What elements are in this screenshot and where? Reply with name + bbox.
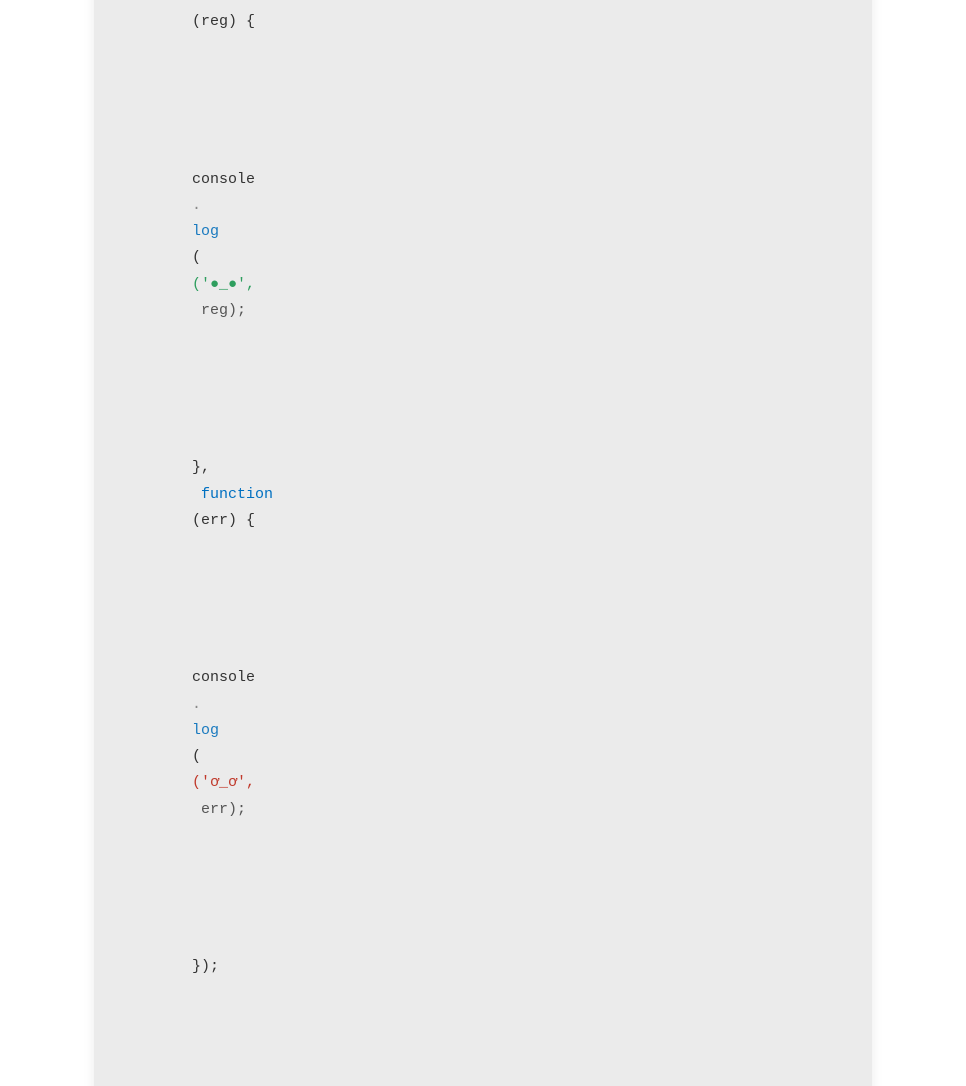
code-line-2: navigator . serviceWorker . register ('/… [138,0,828,62]
indent-6 [192,932,210,949]
dot-3: . [192,197,201,214]
code-block-container: // Install Service Worker if ( navigator… [94,0,872,1086]
var-reg: reg); [192,302,246,319]
code-block: // Install Service Worker if ( navigator… [138,0,828,1086]
var-err: err); [192,801,246,818]
code-line-5: console . log ( ('ơ_ơ', err); [138,613,828,849]
code-line-7: } [138,1059,828,1086]
console-2: console [192,669,255,686]
kw-function-2: function [192,486,273,503]
paren-3: ( [192,249,201,266]
kw-function-1: function [192,0,264,4]
indent-5 [192,643,228,660]
code-line-6: }); [138,902,828,1007]
indent-3 [192,144,228,161]
str-green: ('●_●', [192,276,255,293]
code-line-3: console . log ( ('●_●', reg); [138,114,828,350]
func-arg-1: (reg) { [192,13,255,30]
paren-5: ( [192,748,201,765]
str-red: ('ơ_ơ', [192,774,255,791]
close-brace-2: }); [192,958,219,975]
method-log-1: log [192,223,219,240]
indent-4 [192,433,210,450]
close-brace-1: }, [192,459,210,476]
func-arg-2: (err) { [192,512,255,529]
console-1: console [192,171,255,188]
method-log-2: log [192,722,219,739]
dot-5: . [192,696,201,713]
code-line-4: }, function (err) { [138,403,828,561]
